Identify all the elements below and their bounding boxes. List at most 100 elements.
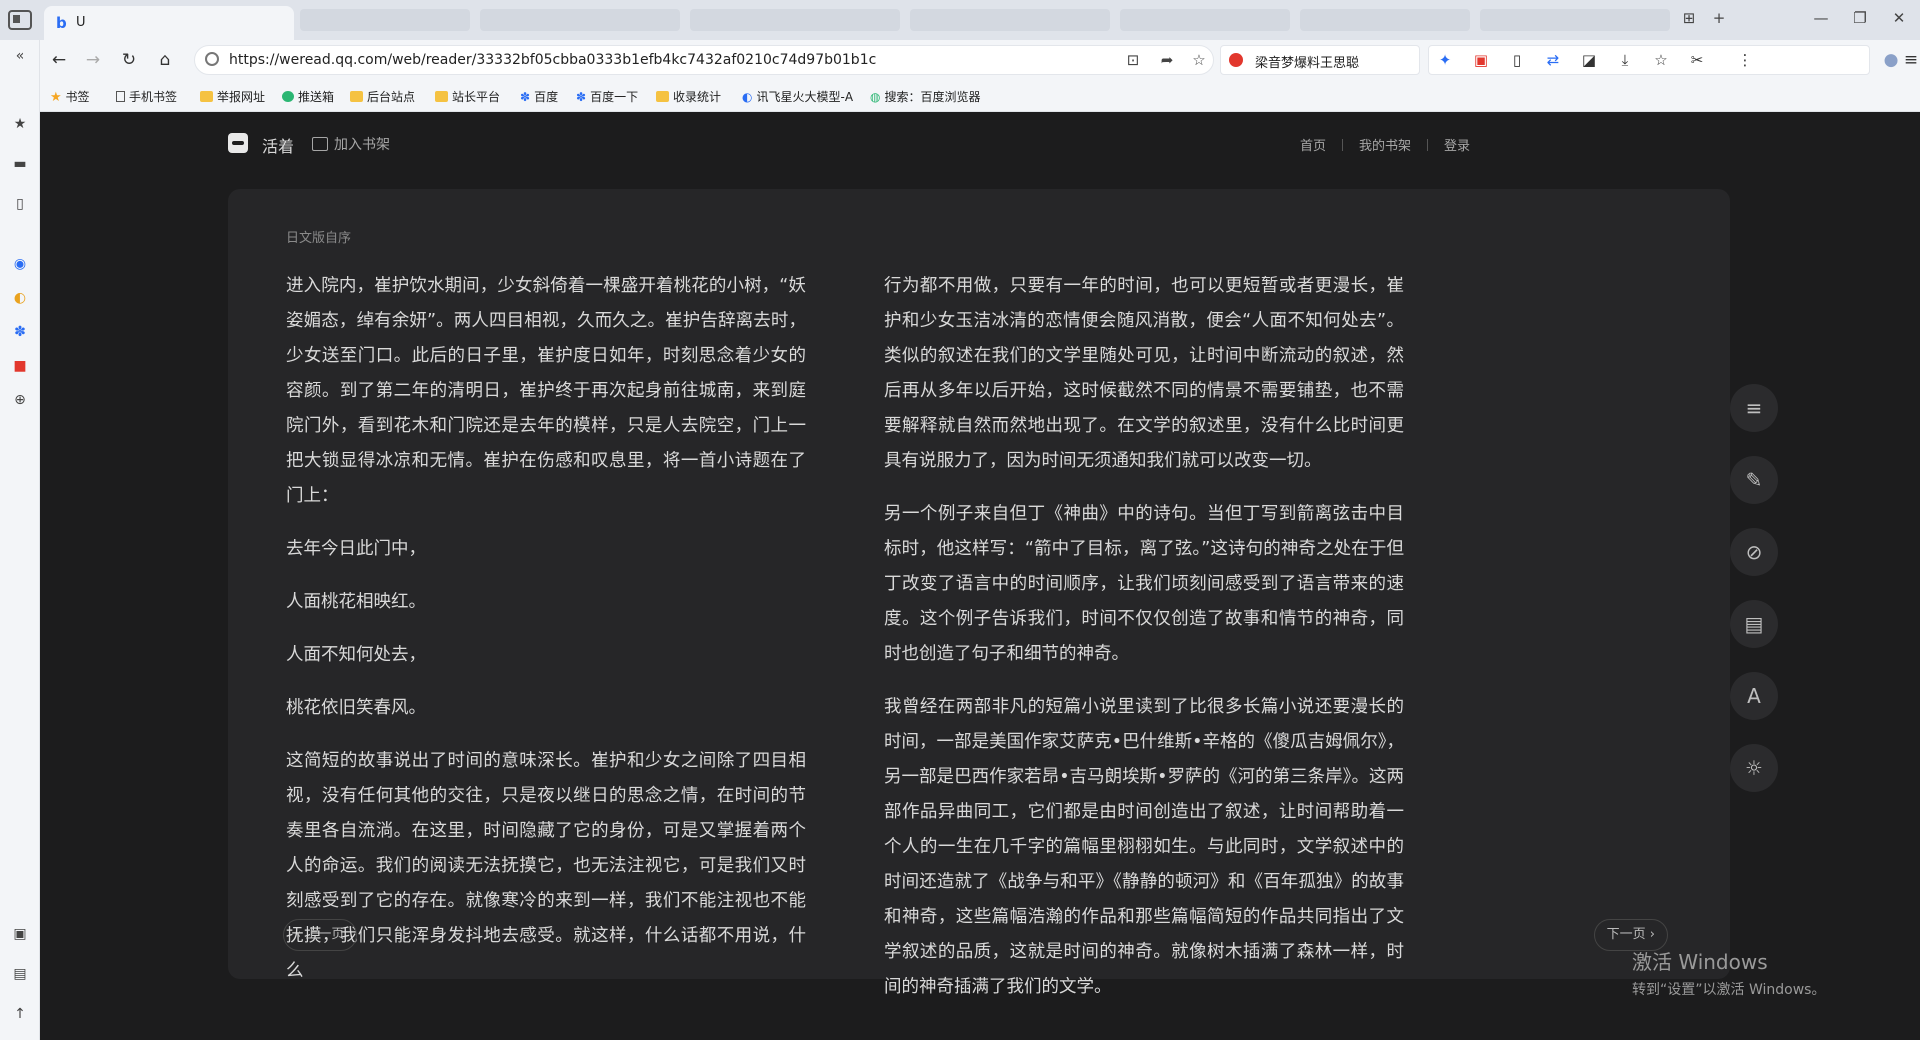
font-icon[interactable]: A (1730, 672, 1778, 720)
watermark-line2: 转到“设置”以激活 Windows。 (1632, 982, 1826, 998)
tab-inactive[interactable] (1300, 9, 1470, 31)
new-tab-button[interactable]: + (1708, 9, 1730, 27)
bookmark-item[interactable]: ◍ 搜索：百度浏览器 (870, 88, 981, 105)
windows-watermark: 激活 Windows 转到“设置”以激活 Windows。 (1632, 946, 1825, 999)
tab-inactive[interactable] (1480, 9, 1670, 31)
bookmark-item[interactable]: ★ 书签 (50, 88, 90, 105)
add-icon[interactable]: ⊕ (10, 390, 30, 410)
app-icon[interactable]: ◐ (10, 288, 30, 308)
folder-icon (350, 91, 363, 102)
tab-inactive[interactable] (300, 9, 470, 31)
toolbox-icon[interactable]: ▤ (10, 964, 30, 984)
bookmark-item[interactable]: 举报网址 (200, 88, 265, 105)
search-icon: ◍ (870, 90, 881, 104)
my-shelf-link[interactable]: 我的书架 (1359, 139, 1411, 154)
hide-icon[interactable]: ⊘ (1730, 528, 1778, 576)
reload-icon[interactable]: ↻ (116, 47, 142, 73)
sidebar-toggle-icon[interactable] (8, 10, 32, 30)
favorites-icon[interactable]: ★ (10, 114, 30, 134)
app-icon[interactable]: ■ (10, 356, 30, 376)
capture-icon[interactable]: ◪ (1579, 51, 1599, 69)
baidu-icon: ✽ (576, 90, 587, 104)
restore-button[interactable]: ❐ (1849, 9, 1871, 27)
close-button[interactable]: ✕ (1888, 9, 1910, 27)
folder-icon (200, 91, 213, 102)
watermark-line1: 激活 Windows (1632, 950, 1768, 974)
tab-title: U (76, 15, 86, 30)
review-icon[interactable]: ▤ (1730, 600, 1778, 648)
phone-icon[interactable]: ▯ (1507, 51, 1527, 69)
more-icon[interactable]: ⋮ (1735, 51, 1755, 69)
search-engine-icon[interactable] (1229, 53, 1243, 67)
back-icon[interactable]: ← (46, 47, 72, 73)
bookmarks-bar: ★ 书签 手机书签 举报网址 推送箱 后台站点 站长平台 ✽ 百度 ✽ 百度一下 收… (40, 80, 1920, 112)
screenshot-icon[interactable]: ⊡ (1123, 51, 1143, 69)
url-text[interactable]: https://weread.qq.com/web/reader/33332bf… (229, 52, 876, 68)
nav-toolbar: ← → ↻ ⌂ https://weread.qq.com/web/reader… (40, 40, 1920, 80)
download-icon[interactable]: ▣ (10, 924, 30, 944)
bookmark-item[interactable]: 收录统计 (656, 88, 721, 105)
add-to-shelf-button[interactable]: 加入书架 (312, 134, 390, 154)
search-hotword[interactable]: 梁音梦爆料王思聪 (1255, 52, 1359, 71)
bookmark-item[interactable]: 后台站点 (350, 88, 415, 105)
tab-list-icon[interactable]: ⊞ (1678, 9, 1700, 27)
bookmark-item[interactable]: 站长平台 (435, 88, 500, 105)
bookmark-item[interactable]: 推送箱 (282, 88, 334, 105)
minimize-button[interactable]: — (1810, 9, 1832, 27)
paragraph: 我曾经在两部非凡的短篇小说里读到了比很多长篇小说还要漫长的时间，一部是美国作家艾… (884, 697, 1404, 997)
reader-view: 活着 加入书架 首页 我的书架 登录 日文版自序 进入院内，崔护饮水期间，少女斜倚着… (40, 113, 1920, 1040)
divider (1341, 139, 1343, 151)
home-icon[interactable]: ⌂ (152, 47, 178, 73)
extensions-bar: ✦ ▣ ▯ ⇄ ◪ ⤓ ☆ ✂ ⋮ (1428, 45, 1870, 75)
translate-icon[interactable]: ⇄ (1543, 51, 1563, 69)
ai-icon[interactable]: ✦ (1435, 51, 1455, 69)
tab-inactive[interactable] (910, 9, 1110, 31)
book-title[interactable]: 活着 (262, 133, 294, 157)
poem-line: 人面桃花相映红。 (286, 592, 426, 612)
tab-inactive[interactable] (480, 9, 680, 31)
star-icon: ★ (50, 90, 62, 105)
catalog-icon[interactable]: ≡ (1730, 384, 1778, 432)
shelf-icon (312, 137, 328, 151)
pdf-icon[interactable]: ▣ (1471, 51, 1491, 69)
back-to-top-icon[interactable]: ↑ (10, 1004, 30, 1024)
tab-active[interactable]: b U (44, 6, 294, 40)
theme-icon[interactable]: ☼ (1730, 744, 1778, 792)
cut-icon[interactable]: ✂ (1687, 51, 1707, 69)
search-box[interactable]: 梁音梦爆料王思聪 (1220, 45, 1420, 75)
share-icon[interactable]: ➦ (1157, 51, 1177, 69)
menu-icon[interactable]: ≡ (1898, 47, 1920, 73)
folder-icon[interactable]: ▬ (10, 154, 30, 174)
app-icon[interactable]: ◉ (10, 254, 30, 274)
baidu-icon[interactable]: ✽ (10, 322, 30, 342)
bookmark-star-icon[interactable]: ☆ (1189, 51, 1209, 69)
bookmark-item[interactable]: ✽ 百度一下 (576, 88, 638, 105)
divider (1426, 139, 1428, 151)
note-pen-icon[interactable]: ✎ (1730, 456, 1778, 504)
tab-inactive[interactable] (1120, 9, 1290, 31)
paragraph: 进入院内，崔护饮水期间，少女斜倚着一棵盛开着桃花的小树，“妖姿媚态，绰有余妍”。… (286, 276, 806, 506)
browser-sidebar: « ★ ▬ ▯ ◉ ◐ ✽ ■ ⊕ ▣ ▤ ↑ (0, 40, 40, 1040)
phone-icon[interactable]: ▯ (10, 194, 30, 214)
login-link[interactable]: 登录 (1444, 139, 1470, 154)
bookmark-item[interactable]: 手机书签 (116, 88, 177, 105)
spark-icon: ◐ (742, 90, 753, 104)
top-nav: 首页 我的书架 登录 (1300, 135, 1470, 154)
collapse-icon[interactable]: « (10, 46, 30, 66)
folder-icon (435, 91, 448, 102)
home-link[interactable]: 首页 (1300, 139, 1326, 154)
download-icon[interactable]: ⤓ (1615, 51, 1635, 69)
paragraph: 这简短的故事说出了时间的意味深长。崔护和少女之间除了四目相视，没有任何其他的交往… (286, 751, 806, 981)
bookmark-item[interactable]: ✽ 百度 (520, 88, 558, 105)
tab-inactive[interactable] (690, 9, 900, 31)
weread-logo-icon[interactable] (228, 133, 248, 153)
left-column: 进入院内，崔护饮水期间，少女斜倚着一棵盛开着桃花的小树，“妖姿媚态，绰有余妍”。… (286, 269, 806, 1007)
address-bar[interactable]: https://weread.qq.com/web/reader/33332bf… (194, 45, 1214, 75)
chevron-right-icon: › (1645, 927, 1655, 942)
chevron-left-icon: ‹ (296, 927, 306, 942)
star-icon[interactable]: ☆ (1651, 51, 1671, 69)
bookmark-item[interactable]: ◐ 讯飞星火大模型-A (742, 88, 853, 105)
forward-icon[interactable]: → (80, 47, 106, 73)
folder-icon (656, 91, 669, 102)
prev-page-button[interactable]: ‹ 上一页 (283, 919, 358, 951)
